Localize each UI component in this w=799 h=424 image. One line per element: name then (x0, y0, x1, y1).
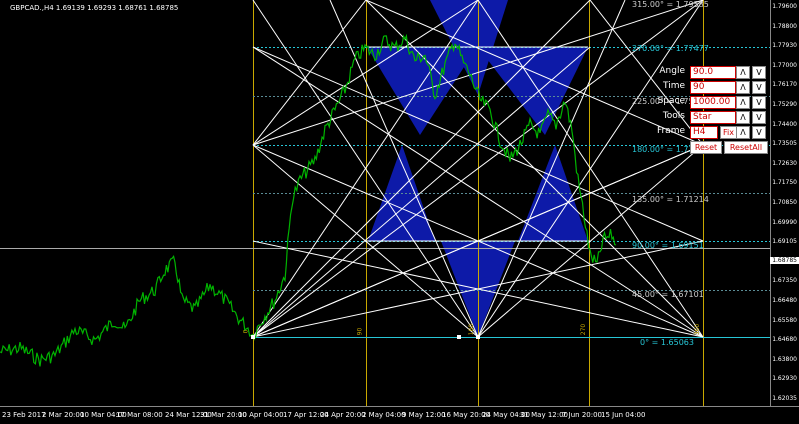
time-label-270: 270 (580, 323, 588, 336)
fix-button[interactable]: Fix (720, 126, 737, 139)
price-axis-label: 1.77000 (772, 61, 797, 69)
time-axis-label: 23 Feb 2017 (2, 411, 46, 419)
price-axis-label: 1.67350 (772, 277, 797, 285)
price-axis-label: 1.62930 (772, 375, 797, 383)
space-label: Space (657, 96, 685, 106)
space-row: Space 1000.00 Λ V (638, 96, 770, 109)
price-axis-label: 1.74400 (772, 120, 797, 128)
angle-down-button[interactable]: V (752, 66, 766, 79)
frame-input[interactable]: H4 (690, 126, 718, 139)
time-label-90: 90 (356, 327, 364, 336)
space-down-button[interactable]: V (752, 96, 766, 109)
tools-row: Tools Star Λ V (638, 111, 770, 124)
tools-label: Tools (662, 111, 685, 121)
time-input[interactable]: 90 (690, 81, 736, 94)
frame-up-button[interactable]: Λ (736, 126, 750, 139)
price-axis-label: 1.65580 (772, 316, 797, 324)
time-axis-label: 9 May 12:00 (402, 411, 446, 419)
angle-row: Angle 90.0 Λ V (638, 66, 770, 79)
space-up-button[interactable]: Λ (736, 96, 750, 109)
tools-up-button[interactable]: Λ (736, 111, 750, 124)
tools-select[interactable]: Star (690, 111, 736, 124)
tools-down-button[interactable]: V (752, 111, 766, 124)
angle-label: Angle (659, 66, 685, 76)
gann-control-panel: Angle 90.0 Λ V Time 90 Λ V Space 1000.00… (638, 62, 770, 158)
price-axis-label: 1.79600 (772, 3, 797, 10)
time-axis-label: 2 May 04:00 (362, 411, 406, 419)
time-label-0: 0 (242, 329, 250, 334)
time-axis-label: 24 Apr 20:00 (320, 411, 366, 419)
price-axis-label: 1.63800 (772, 355, 797, 363)
time-row: Time 90 Λ V (638, 81, 770, 94)
time-axis-label: 15 Jun 04:00 (601, 411, 646, 419)
time-up-button[interactable]: Λ (736, 81, 750, 94)
resetall-button[interactable]: ResetAll (724, 141, 768, 154)
price-axis-label: 1.72630 (772, 159, 797, 167)
time-label: Time (662, 81, 685, 91)
time-axis-label: 17 Mar 08:00 (116, 411, 163, 419)
level-45-label: 45.00° = 1.67101 (632, 290, 704, 299)
level-315-label: 315.00° = 1.79585 (632, 0, 709, 9)
price-axis-label: 1.64680 (772, 336, 797, 344)
space-input[interactable]: 1000.00 (690, 96, 736, 109)
level-0-label: 0° = 1.65063 (640, 338, 694, 347)
price-axis-label: 1.69990 (772, 218, 797, 226)
price-axis-label: 1.75290 (772, 101, 797, 108)
price-axis-label: 1.62035 (772, 395, 797, 402)
frame-label: Frame (656, 126, 685, 136)
level-90-label: 90.00° = 1.69151 (632, 241, 704, 250)
time-label-360: 360 (694, 323, 702, 336)
time-axis-label: 7 Jun 20:00 (562, 411, 603, 419)
price-axis-label: 1.70850 (772, 199, 797, 206)
angle-input[interactable]: 90.0 (690, 66, 736, 79)
price-axis-label: 1.71750 (772, 179, 797, 187)
price-axis-label: 1.69105 (772, 238, 797, 246)
frame-down-button[interactable]: V (752, 126, 766, 139)
reset-row: Reset ResetAll (638, 141, 770, 154)
time-label-180: 180 (468, 323, 476, 336)
level-270-label: 270.00° = 1.77477 (632, 44, 709, 53)
time-down-button[interactable]: V (752, 81, 766, 94)
current-price-label: 1.68785 (770, 257, 799, 264)
reset-button[interactable]: Reset (690, 141, 722, 154)
time-axis-label: 31 May 12:00 (520, 411, 569, 419)
angle-up-button[interactable]: Λ (736, 66, 750, 79)
price-axis-label: 1.76170 (772, 81, 797, 89)
time-axis-label: 10 Apr 04:00 (238, 411, 284, 419)
chart-symbol-header: GBPCAD.,H4 1.69139 1.69293 1.68761 1.687… (10, 4, 179, 12)
price-axis-label: 1.78800 (772, 22, 797, 30)
time-axis-label: 2 Mar 20:00 (42, 411, 85, 419)
price-axis-label: 1.77930 (772, 42, 797, 50)
price-axis-label: 1.66480 (772, 297, 797, 304)
level-135-label: 135.00° = 1.71214 (632, 195, 709, 204)
frame-row: Frame H4 Fix Λ V (638, 126, 770, 139)
price-axis-label: 1.73505 (772, 140, 797, 148)
